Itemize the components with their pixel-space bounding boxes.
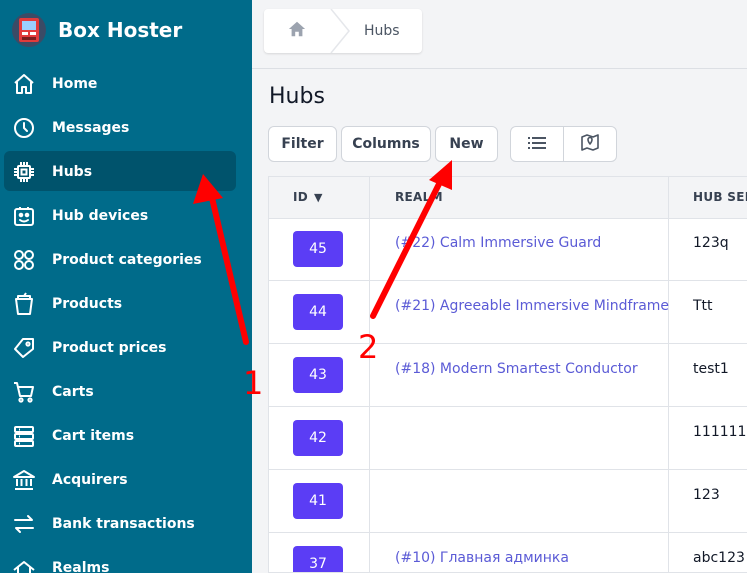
column-header-id[interactable]: ID ▼ xyxy=(293,177,323,218)
sidebar-item-label: Home xyxy=(52,76,98,92)
sidebar: Box Hoster Home Messages Hubs Hub device… xyxy=(0,0,252,573)
realm-link[interactable]: (#10) Главная админка xyxy=(395,550,569,566)
sidebar-item-bank-transactions[interactable]: Bank transactions xyxy=(0,502,252,546)
chip-icon xyxy=(12,160,36,184)
sidebar-item-hubs[interactable]: Hubs xyxy=(0,150,252,194)
id-badge[interactable]: 37 xyxy=(293,546,343,572)
realm-link[interactable]: (#21) Agreeable Immersive Mindframe xyxy=(395,298,669,314)
sidebar-item-label: Product categories xyxy=(52,252,202,268)
sidebar-item-label: Hubs xyxy=(52,164,93,180)
sidebar-item-label: Product prices xyxy=(52,340,167,356)
table-row[interactable]: 42 1111111 xyxy=(269,407,747,470)
sidebar-item-label: Cart items xyxy=(52,428,135,444)
device-face-icon xyxy=(12,204,36,228)
list-icon xyxy=(528,135,546,154)
id-badge[interactable]: 44 xyxy=(293,294,343,330)
sort-desc-icon: ▼ xyxy=(314,191,323,204)
filter-button[interactable]: Filter xyxy=(268,126,337,162)
table-header: ID▼ REALM HUB SERI xyxy=(269,177,747,219)
tag-icon xyxy=(12,336,36,360)
cup-icon xyxy=(12,292,36,316)
page-title: Hubs xyxy=(269,84,325,109)
box-logo-icon xyxy=(12,13,46,47)
hub-serial: 1111111 xyxy=(693,424,747,440)
sidebar-item-label: Acquirers xyxy=(52,472,128,488)
column-header-hub-serial[interactable]: HUB SERI xyxy=(693,177,747,218)
hub-serial: abc123 xyxy=(693,550,745,566)
sidebar-item-product-prices[interactable]: Product prices xyxy=(0,326,252,370)
home-icon xyxy=(12,72,36,96)
hubs-table: ID▼ REALM HUB SERI 45 (#22) Calm Immersi… xyxy=(268,176,747,573)
home-icon xyxy=(288,20,306,42)
grid-circles-icon xyxy=(12,248,36,272)
table-row[interactable]: 37 (#10) Главная админка abc123 xyxy=(269,533,747,572)
breadcrumb-home[interactable] xyxy=(264,9,330,53)
sidebar-item-label: Hub devices xyxy=(52,208,149,224)
app-title: Box Hoster xyxy=(58,18,183,42)
table-row[interactable]: 45 (#22) Calm Immersive Guard 123q xyxy=(269,218,747,281)
sidebar-item-messages[interactable]: Messages xyxy=(0,106,252,150)
table-row[interactable]: 41 123 xyxy=(269,470,747,533)
sidebar-item-realms[interactable]: Realms xyxy=(0,546,252,573)
arrows-exchange-icon xyxy=(12,512,36,536)
breadcrumb-current: Hubs xyxy=(364,23,400,39)
id-badge[interactable]: 42 xyxy=(293,420,343,456)
new-button[interactable]: New xyxy=(435,126,498,162)
view-toggle xyxy=(510,126,617,162)
list-view-button[interactable] xyxy=(511,127,563,161)
sidebar-item-label: Bank transactions xyxy=(52,516,195,532)
sidebar-item-products[interactable]: Products xyxy=(0,282,252,326)
sidebar-item-label: Messages xyxy=(52,120,130,136)
column-header-realm[interactable]: REALM xyxy=(395,177,443,218)
cart-icon xyxy=(12,380,36,404)
bank-icon xyxy=(12,468,36,492)
breadcrumb-separator-icon xyxy=(330,9,350,53)
clock-icon xyxy=(12,116,36,140)
sidebar-nav: Home Messages Hubs Hub devices Product c… xyxy=(0,62,252,573)
main-content: Hubs Hubs Filter Columns New ID ▼ REALM H… xyxy=(252,0,747,573)
header-divider xyxy=(252,68,747,69)
sidebar-item-home[interactable]: Home xyxy=(0,62,252,106)
id-badge[interactable]: 45 xyxy=(293,231,343,267)
realm-link[interactable]: (#22) Calm Immersive Guard xyxy=(395,235,601,251)
hub-serial: 123 xyxy=(693,487,720,503)
server-list-icon xyxy=(12,424,36,448)
table-row[interactable]: 44 (#21) Agreeable Immersive Mindframe T… xyxy=(269,281,747,344)
sidebar-item-label: Products xyxy=(52,296,123,312)
breadcrumb: Hubs xyxy=(264,9,422,53)
map-pin-icon xyxy=(581,133,599,155)
id-badge[interactable]: 43 xyxy=(293,357,343,393)
table-row[interactable]: 43 (#18) Modern Smartest Conductor test1 xyxy=(269,344,747,407)
brand[interactable]: Box Hoster xyxy=(12,12,182,48)
realm-link[interactable]: (#18) Modern Smartest Conductor xyxy=(395,361,638,377)
sidebar-item-hub-devices[interactable]: Hub devices xyxy=(0,194,252,238)
sidebar-item-cart-items[interactable]: Cart items xyxy=(0,414,252,458)
id-badge[interactable]: 41 xyxy=(293,483,343,519)
hub-serial: Ttt xyxy=(693,298,713,314)
sidebar-item-label: Carts xyxy=(52,384,94,400)
map-view-button[interactable] xyxy=(563,127,616,161)
hub-serial: test1 xyxy=(693,361,729,377)
realm-icon xyxy=(12,556,36,573)
sidebar-item-product-categories[interactable]: Product categories xyxy=(0,238,252,282)
sidebar-item-acquirers[interactable]: Acquirers xyxy=(0,458,252,502)
hub-serial: 123q xyxy=(693,235,729,251)
columns-button[interactable]: Columns xyxy=(341,126,431,162)
sidebar-item-carts[interactable]: Carts xyxy=(0,370,252,414)
sidebar-item-label: Realms xyxy=(52,560,110,573)
